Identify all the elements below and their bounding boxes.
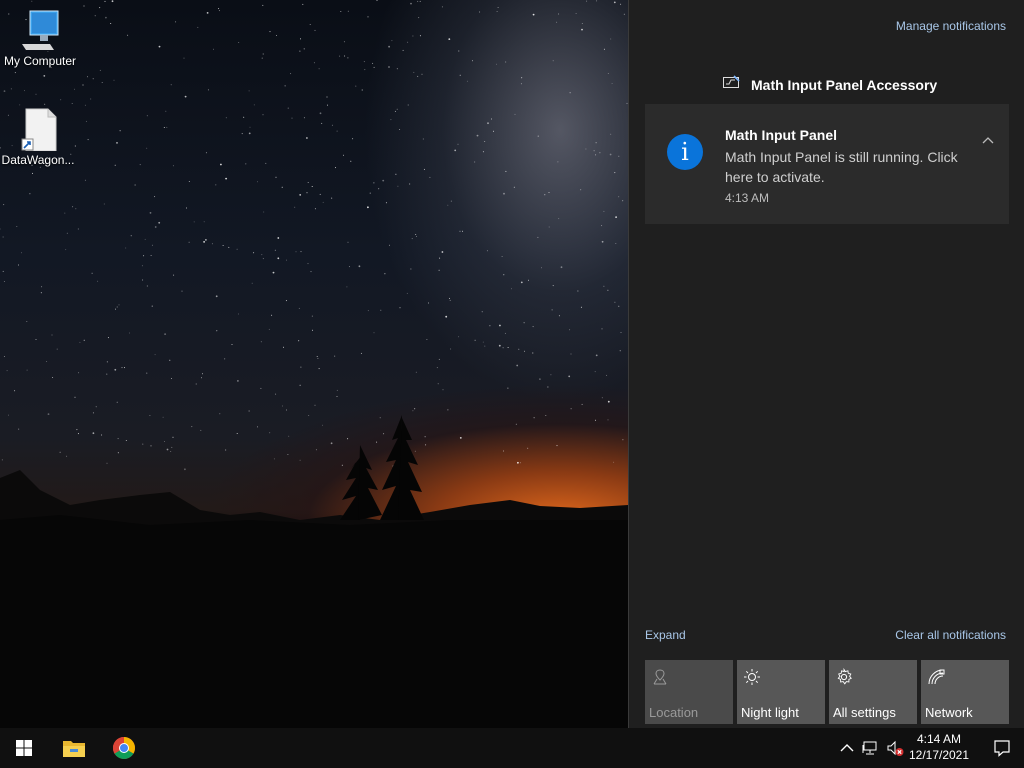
desktop-icon-label: My Computer: [3, 54, 77, 68]
notification-title: Math Input Panel: [725, 127, 837, 143]
quick-action-label: Location: [649, 705, 699, 720]
taskbar-file-explorer[interactable]: [50, 728, 98, 768]
volume-muted-icon[interactable]: [886, 739, 904, 757]
clear-all-notifications-link[interactable]: Clear all notifications: [895, 628, 1006, 642]
notification-icon: [994, 740, 1010, 757]
desktop-wallpaper: My Computer DataWagon...: [0, 0, 628, 728]
action-center-panel: Manage notifications Math Input Panel Ac…: [628, 0, 1024, 728]
gear-icon: [837, 668, 852, 685]
quick-action-all-settings[interactable]: All settings: [829, 660, 917, 724]
quick-action-label: Night light: [741, 705, 799, 720]
desktop-icon-label: DataWagon...: [1, 153, 75, 167]
taskbar: 4:14 AM 12/17/2021: [0, 728, 1024, 768]
notification-toast[interactable]: i Math Input Panel Math Input Panel is s…: [645, 104, 1009, 224]
taskbar-chrome[interactable]: [100, 728, 148, 768]
clock-time: 4:14 AM: [916, 732, 962, 746]
taskbar-clock[interactable]: 4:14 AM 12/17/2021: [904, 731, 974, 763]
location-icon: [653, 669, 667, 685]
desktop-icon-datawagon[interactable]: DataWagon...: [0, 107, 76, 167]
clock-date: 12/17/2021: [908, 748, 970, 762]
notification-body: Math Input Panel is still running. Click…: [725, 149, 958, 185]
shortcut-file-icon: [14, 107, 62, 152]
windows-start-icon: [16, 740, 32, 756]
expand-link[interactable]: Expand: [645, 628, 686, 642]
quick-action-night-light[interactable]: Night light: [737, 660, 825, 724]
math-input-panel-icon: [723, 75, 741, 94]
start-button[interactable]: [0, 728, 48, 768]
file-explorer-icon: [63, 741, 85, 757]
action-center-button[interactable]: [980, 728, 1024, 768]
notification-time: 4:13 AM: [725, 191, 770, 205]
computer-icon: [16, 8, 64, 52]
chrome-icon: [113, 737, 135, 759]
chevron-up-icon[interactable]: [838, 739, 856, 757]
notification-group-header[interactable]: Math Input Panel Accessory: [723, 75, 937, 94]
quick-action-label: All settings: [833, 705, 896, 720]
chevron-up-icon[interactable]: [981, 134, 995, 148]
manage-notifications-link[interactable]: Manage notifications: [896, 19, 1006, 33]
desktop-icon-my-computer[interactable]: My Computer: [2, 8, 78, 68]
quick-action-network[interactable]: Network: [921, 660, 1009, 724]
network-icon: [928, 669, 945, 685]
quick-action-location[interactable]: Location: [645, 660, 733, 724]
night-light-icon: [744, 669, 760, 685]
mountain-silhouette: [0, 415, 628, 728]
quick-actions: Location Night light All settings Networ…: [645, 660, 1009, 724]
info-icon: i: [667, 134, 703, 170]
quick-action-label: Network: [925, 705, 973, 720]
notification-group-title: Math Input Panel Accessory: [751, 76, 938, 93]
network-wired-icon[interactable]: [862, 739, 880, 757]
